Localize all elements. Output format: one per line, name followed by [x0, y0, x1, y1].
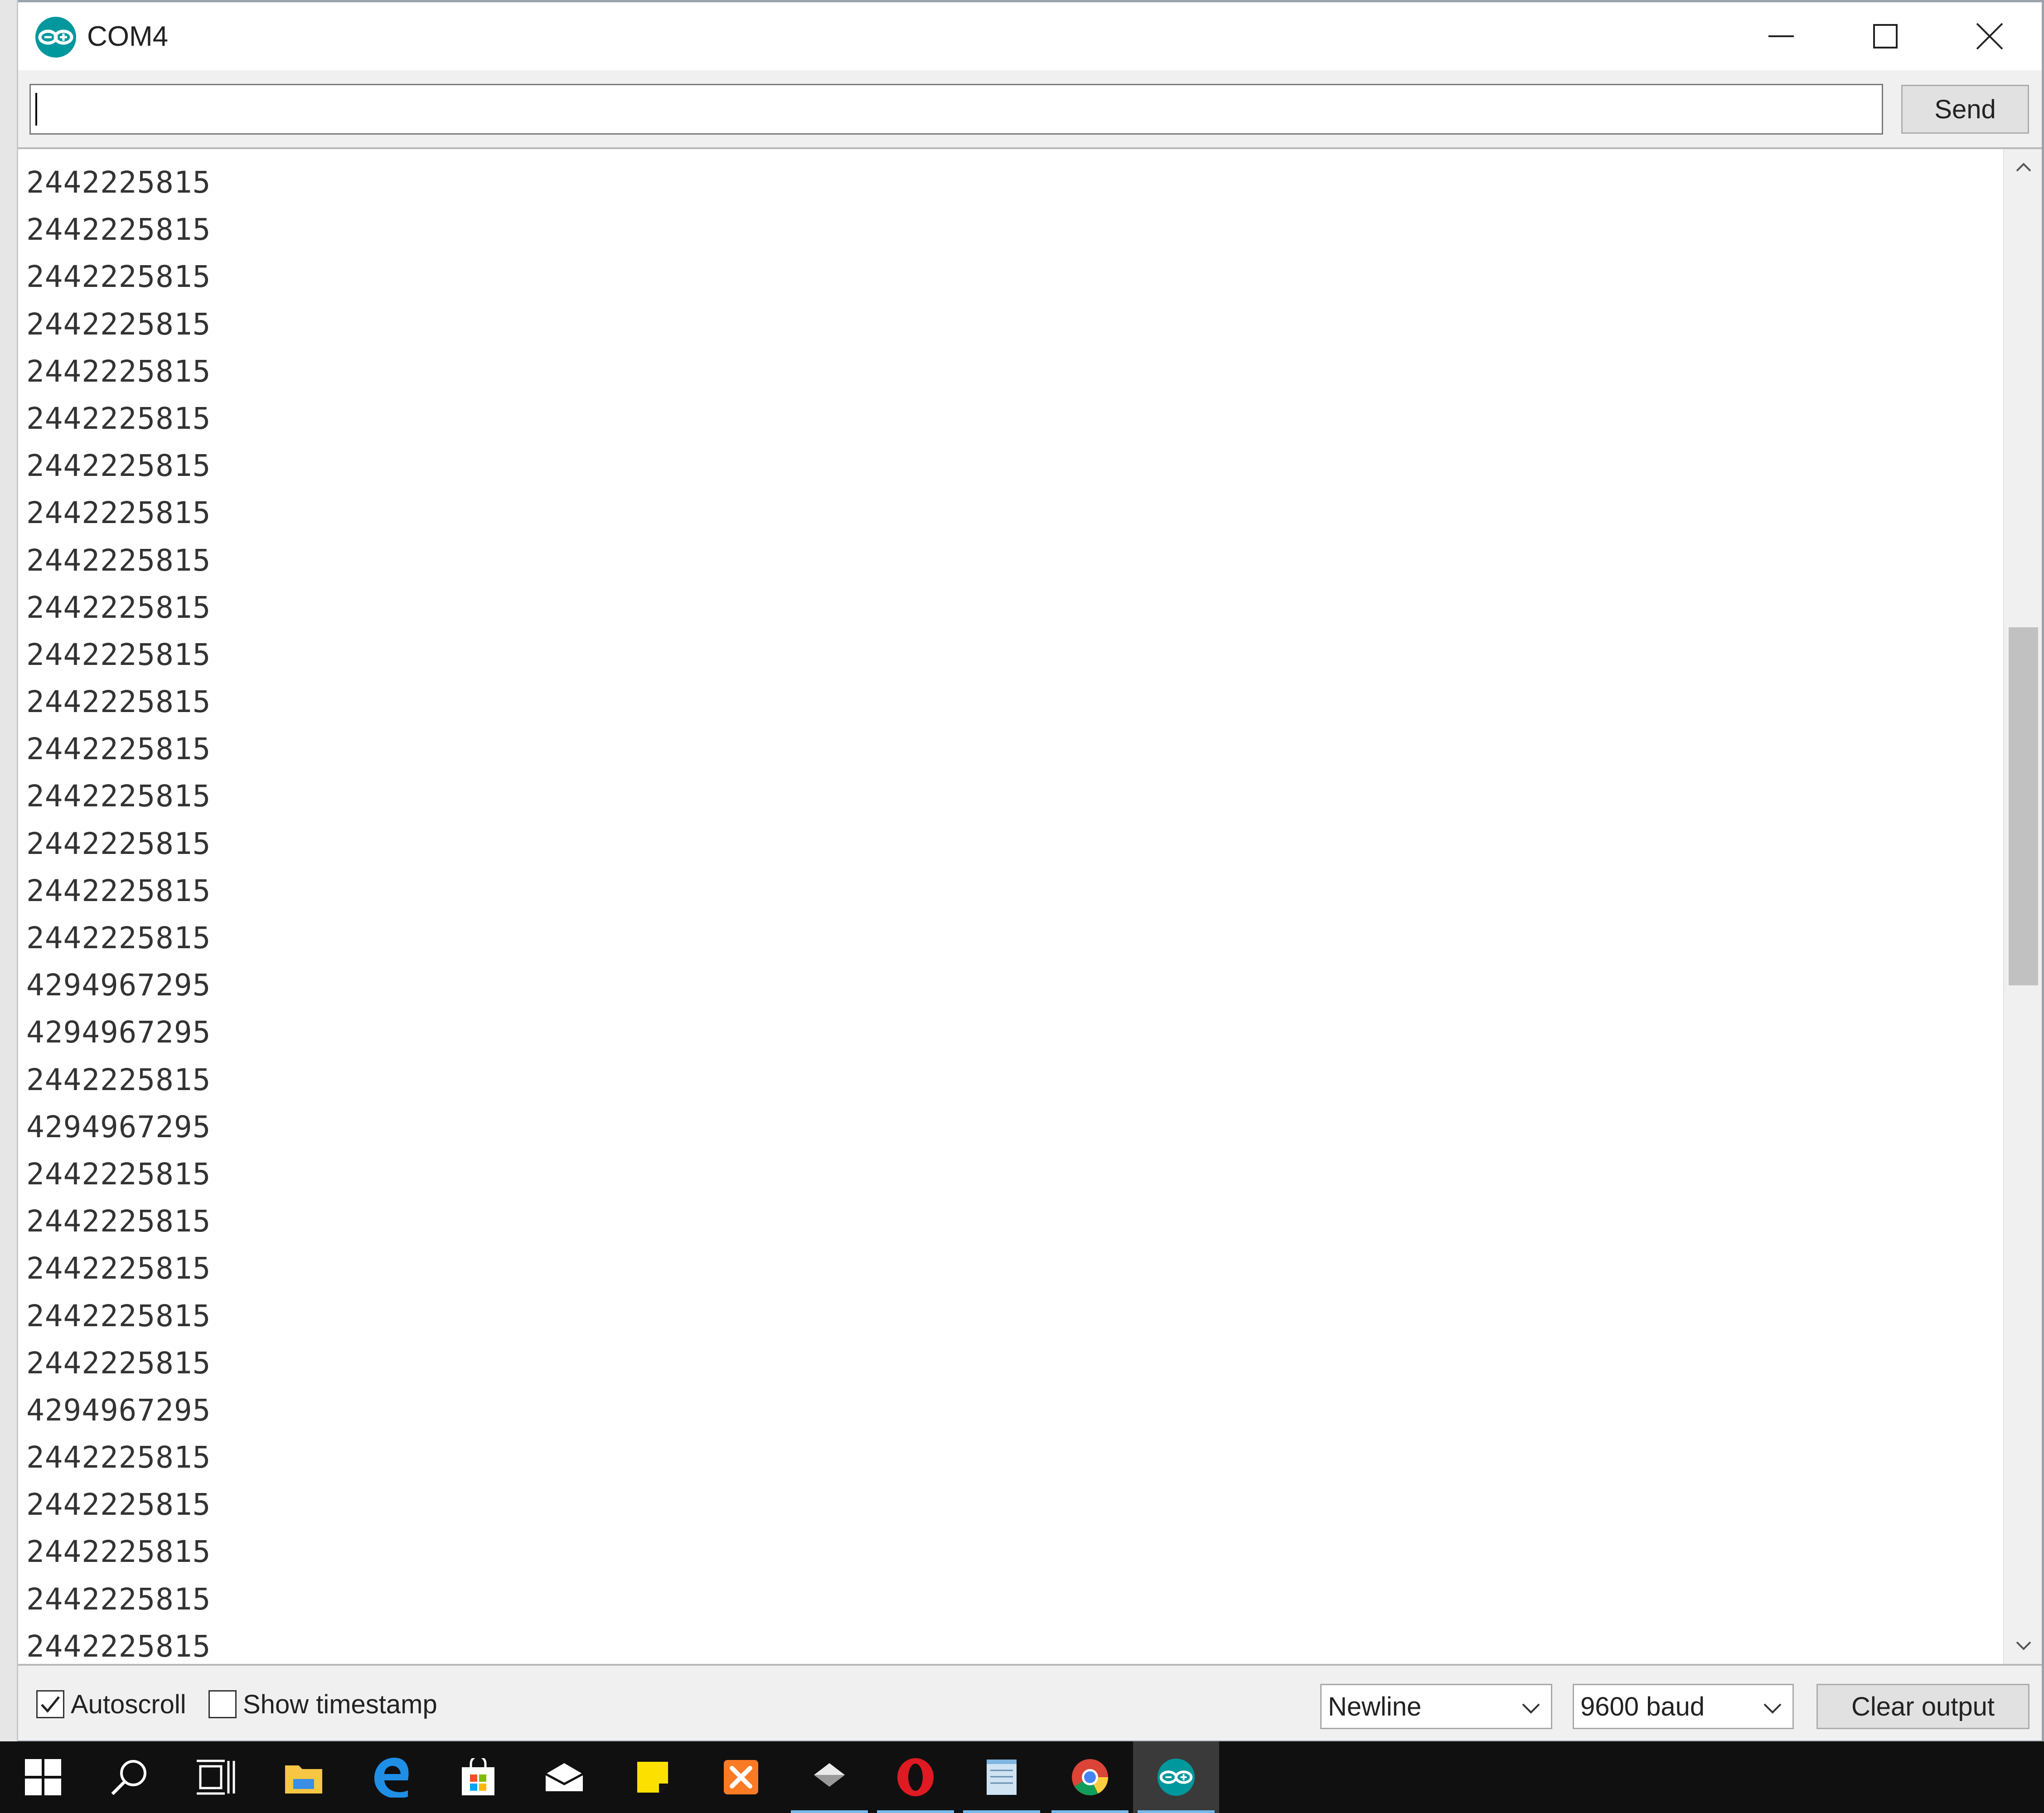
maximize-icon	[1873, 24, 1898, 48]
notepad-icon[interactable]	[959, 1741, 1045, 1813]
output-line: 2442225815	[26, 1345, 211, 1381]
output-line: 4294967295	[26, 1109, 211, 1144]
chevron-down-icon	[1522, 1703, 1540, 1714]
autoscroll-box[interactable]	[36, 1690, 64, 1718]
output-line: 2442225815	[26, 732, 211, 767]
windows-start-icon[interactable]	[0, 1741, 86, 1813]
edge-icon[interactable]	[349, 1741, 435, 1813]
output-line: 2442225815	[26, 448, 211, 484]
output-line: 4294967295	[26, 1015, 211, 1050]
output-line: 2442225815	[26, 590, 211, 625]
autoscroll-label: Autoscroll	[71, 1689, 186, 1719]
opera-icon[interactable]	[872, 1741, 959, 1813]
task-view-icon[interactable]	[172, 1741, 258, 1813]
timestamp-box[interactable]	[208, 1690, 237, 1718]
serial-output[interactable]: 2442225815 2442225815 2442225815 2442225815…	[18, 147, 2042, 1666]
line-ending-value: Newline	[1328, 1692, 1422, 1721]
send-button[interactable]: Send	[1901, 85, 2029, 134]
output-line: 2442225815	[26, 1156, 211, 1192]
minimize-button[interactable]	[1729, 2, 1833, 70]
timestamp-label: Show timestamp	[243, 1689, 437, 1719]
windows-taskbar	[0, 1741, 2044, 1813]
serial-input[interactable]	[29, 84, 1883, 135]
title-bar[interactable]: COM4	[18, 2, 2042, 70]
close-button[interactable]	[1937, 2, 2042, 70]
output-line: 2442225815	[26, 354, 211, 389]
arduino-logo-icon	[35, 17, 76, 58]
baud-rate-value: 9600 baud	[1580, 1692, 1705, 1721]
output-line: 2442225815	[26, 779, 211, 814]
output-line: 2442225815	[26, 1251, 211, 1286]
output-line: 2442225815	[26, 637, 211, 672]
scroll-up-button[interactable]	[2004, 149, 2042, 185]
output-line: 2442225815	[26, 401, 211, 436]
output-line: 2442225815	[26, 826, 211, 861]
send-row: Send	[18, 70, 2042, 147]
output-line: 2442225815	[26, 1062, 211, 1097]
vertical-scrollbar[interactable]	[2003, 149, 2042, 1664]
checkmark-icon	[41, 1696, 60, 1713]
output-line: 2442225815	[26, 1204, 211, 1239]
text-caret	[35, 93, 37, 126]
xampp-icon[interactable]	[698, 1741, 784, 1813]
arduino-icon[interactable]	[1133, 1741, 1219, 1813]
close-icon	[1976, 23, 2003, 50]
background-window-edge	[0, 0, 18, 1741]
baud-rate-select[interactable]: 9600 baud	[1573, 1684, 1794, 1729]
chevron-down-icon	[2016, 1641, 2031, 1650]
file-explorer-icon[interactable]	[261, 1741, 347, 1813]
running-indicator	[1051, 1810, 1129, 1813]
output-lines: 2442225815 2442225815 2442225815 2442225815…	[26, 159, 211, 1664]
output-line: 2442225815	[26, 1581, 211, 1617]
output-line: 2442225815	[26, 1298, 211, 1333]
autoscroll-checkbox[interactable]: Autoscroll	[36, 1688, 186, 1720]
sticky-notes-icon[interactable]	[610, 1741, 696, 1813]
output-line: 2442225815	[26, 1629, 211, 1664]
output-line: 2442225815	[26, 1487, 211, 1522]
output-line: 2442225815	[26, 684, 211, 720]
running-indicator	[963, 1810, 1040, 1813]
output-line: 4294967295	[26, 1392, 211, 1428]
chevron-up-icon	[2016, 163, 2031, 172]
maximize-button[interactable]	[1833, 2, 1937, 70]
bottom-bar: Autoscroll Show timestamp Newline 9600 b…	[18, 1666, 2042, 1740]
show-timestamp-checkbox[interactable]: Show timestamp	[208, 1688, 437, 1720]
output-line: 2442225815	[26, 1440, 211, 1475]
output-line: 2442225815	[26, 212, 211, 247]
running-indicator	[791, 1810, 868, 1813]
output-line: 2442225815	[26, 165, 211, 200]
scroll-down-button[interactable]	[2004, 1628, 2042, 1664]
output-line: 2442225815	[26, 921, 211, 955]
store-icon[interactable]	[435, 1741, 521, 1813]
line-ending-select[interactable]: Newline	[1320, 1684, 1552, 1729]
chevron-down-icon	[1763, 1703, 1782, 1714]
running-indicator	[1138, 1810, 1215, 1813]
output-line: 2442225815	[26, 543, 211, 578]
search-icon[interactable]	[86, 1741, 172, 1813]
mail-icon[interactable]	[521, 1741, 607, 1813]
output-line: 2442225815	[26, 873, 211, 908]
window-title: COM4	[87, 21, 169, 52]
output-line: 2442225815	[26, 495, 211, 531]
running-indicator	[877, 1810, 954, 1813]
minimize-icon	[1768, 35, 1794, 37]
output-line: 2442225815	[26, 306, 211, 342]
output-line: 2442225815	[26, 1534, 211, 1570]
output-line: 2442225815	[26, 259, 211, 295]
scroll-thumb[interactable]	[2009, 627, 2038, 985]
chrome-icon[interactable]	[1047, 1741, 1133, 1813]
app-icon[interactable]	[786, 1741, 872, 1813]
clear-output-button[interactable]: Clear output	[1816, 1684, 2029, 1729]
output-line: 4294967295	[26, 968, 211, 1003]
